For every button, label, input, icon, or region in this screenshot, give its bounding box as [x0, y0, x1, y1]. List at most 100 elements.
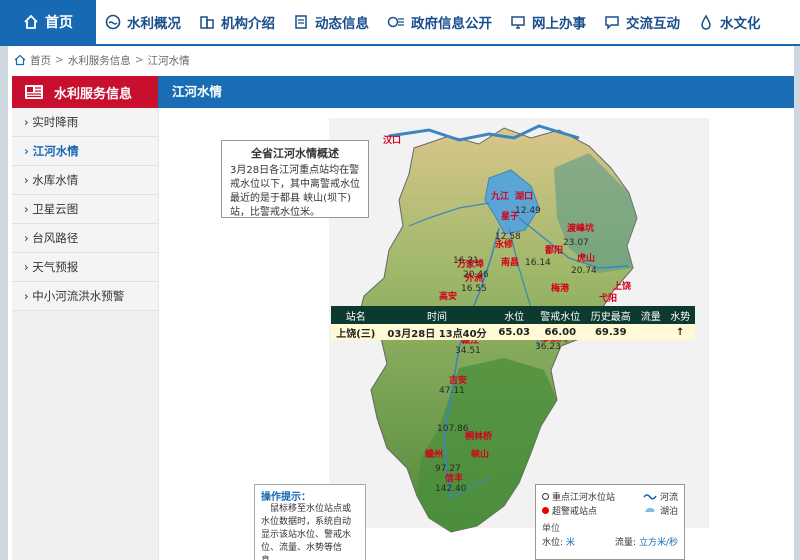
- legend-alert: 超警戒站点: [552, 506, 598, 517]
- legend-level-unit: 米: [566, 537, 576, 548]
- table-cell: 03月28日 13点40分: [380, 324, 494, 340]
- sidebar-item-label: 卫星云图: [32, 202, 79, 216]
- table-header-row: 站名 时间 水位 警戒水位 历史最高 流量 水势: [331, 306, 695, 324]
- city-label: 南昌: [501, 258, 520, 268]
- city-label: 九江: [491, 192, 510, 202]
- sidebar-item-rainfall[interactable]: › 实时降雨: [12, 108, 158, 137]
- sidebar-item-label: 台风路径: [32, 231, 79, 245]
- city-label: 上饶: [613, 282, 632, 292]
- table-cell: 上饶(三): [331, 324, 381, 340]
- city-label: 峡山: [471, 450, 490, 460]
- document-icon: [295, 15, 307, 29]
- sidebar-item-weather[interactable]: › 天气预报: [12, 253, 158, 282]
- chat-icon: [605, 16, 619, 30]
- nav-item-label: 交流互动: [626, 16, 680, 32]
- table-header: 流量: [636, 306, 666, 324]
- building-icon: [200, 16, 214, 29]
- city-label: 湖口: [515, 192, 534, 202]
- station-value[interactable]: 16.21: [453, 256, 479, 266]
- river-icon: [643, 494, 657, 500]
- nav-home[interactable]: 首页: [0, 0, 96, 44]
- newspaper-icon: [25, 85, 43, 99]
- station-value[interactable]: 20.74: [571, 266, 597, 276]
- nav-item-news[interactable]: 动态信息: [284, 0, 378, 44]
- station-value[interactable]: 107.86: [437, 424, 469, 434]
- station-value[interactable]: 12.58: [495, 232, 521, 242]
- station-value[interactable]: 16.55: [461, 284, 487, 294]
- city-label: 高安: [439, 292, 458, 302]
- sidebar-header: 水利服务信息: [12, 76, 158, 108]
- tab-river-level[interactable]: 江河水情: [172, 76, 222, 108]
- sidebar-item-label: 实时降雨: [32, 115, 79, 129]
- legend-station: 重点江河水位站: [552, 492, 616, 503]
- breadcrumb-separator: >: [134, 54, 144, 66]
- table-header: 站名: [331, 306, 381, 324]
- table-header: 水位: [493, 306, 536, 324]
- drop-icon: [701, 14, 711, 30]
- home-icon: [24, 14, 38, 29]
- breadcrumb-item[interactable]: 水利服务信息: [68, 53, 131, 68]
- table-cell: 66.00: [535, 324, 586, 340]
- tip-text: 鼠标移至水位站点或水位数据时，系统自动显示该站水位、警戒水位、流量、水势等信息。: [261, 504, 352, 560]
- station-value[interactable]: 47.11: [439, 386, 465, 396]
- station-value[interactable]: 97.27: [435, 464, 461, 474]
- monitor-icon: [511, 16, 525, 29]
- table-cell: [636, 324, 666, 340]
- sidebar-item-reservoir[interactable]: › 水库水情: [12, 166, 158, 195]
- table-header: 水势: [665, 306, 695, 324]
- station-value[interactable]: 20.46: [463, 270, 489, 280]
- station-value[interactable]: 36.23: [535, 342, 561, 352]
- nav-item-online[interactable]: 网上办事: [501, 0, 595, 44]
- sidebar-item-typhoon[interactable]: › 台风路径: [12, 224, 158, 253]
- nav-item-culture[interactable]: 水文化: [689, 0, 770, 44]
- nav-item-interact[interactable]: 交流互动: [595, 0, 689, 44]
- legend-river: 河流: [659, 492, 678, 503]
- nav-item-label: 政府信息公开: [411, 16, 492, 32]
- table-header: 时间: [380, 306, 494, 324]
- station-value[interactable]: 23.07: [563, 238, 589, 248]
- sidebar-list: › 实时降雨 › 江河水情 › 水库水情 › 卫星云图 › 台风路径 › 天气预…: [12, 108, 158, 311]
- table-cell: 65.03: [493, 324, 536, 340]
- legend-level-label: 水位:: [542, 537, 564, 548]
- tip-title: 操作提示：: [261, 492, 311, 503]
- city-label: 弋阳: [599, 294, 618, 304]
- legend-flow-label: 流量:: [614, 537, 636, 548]
- station-value[interactable]: 34.51: [455, 346, 481, 356]
- sidebar-item-river[interactable]: › 江河水情: [12, 137, 158, 166]
- sidebar-item-label: 中小河流洪水预警: [32, 289, 125, 303]
- city-label: 信丰: [445, 474, 464, 484]
- station-dot-icon: [542, 492, 549, 500]
- breadcrumb-item[interactable]: 首页: [30, 53, 51, 68]
- table-header: 历史最高: [585, 306, 637, 324]
- station-value[interactable]: 12.49: [515, 206, 541, 216]
- station-value[interactable]: 142.40: [435, 484, 467, 494]
- nav-item-overview[interactable]: 水利概况: [96, 0, 190, 44]
- table-cell: 69.39: [585, 324, 637, 340]
- breadcrumb-separator: >: [55, 54, 64, 66]
- city-label: 桐林桥: [465, 432, 493, 442]
- city-label: 鄱阳: [545, 246, 564, 256]
- nav-item-label: 动态信息: [315, 16, 369, 32]
- nav-home-label: 首页: [45, 15, 73, 31]
- station-info-table: 站名 时间 水位 警戒水位 历史最高 流量 水势 上饶(三) 03月28日 13…: [331, 306, 695, 340]
- legend-unit-title: 单位: [542, 524, 561, 534]
- nav-item-disclosure[interactable]: 政府信息公开: [378, 0, 501, 44]
- sidebar: 水利服务信息 › 实时降雨 › 江河水情 › 水库水情 › 卫星云图 › 台风路…: [12, 76, 158, 560]
- table-header: 警戒水位: [535, 306, 586, 324]
- sidebar-item-flood[interactable]: › 中小河流洪水预警: [12, 282, 158, 311]
- nav-item-label: 水文化: [720, 16, 761, 32]
- city-label: 吉安: [449, 376, 468, 386]
- city-label: 梅港: [551, 284, 570, 294]
- city-label: 虎山: [577, 254, 596, 264]
- sidebar-item-satellite[interactable]: › 卫星云图: [12, 195, 158, 224]
- top-nav: 首页 水利概况 机构介绍 动态信息 政府信息公开 网上办事 交流互动 水文化: [0, 0, 800, 46]
- lake-icon: [644, 507, 655, 512]
- station-value[interactable]: 16.14: [525, 258, 551, 268]
- nav-item-org[interactable]: 机构介绍: [190, 0, 284, 44]
- map-legend: 重点江河水位站 河流 超警戒站点 湖泊 单位 水位: 米 流量: 立方米/秒: [535, 484, 685, 560]
- breadcrumb-item: 江河水情: [147, 54, 190, 67]
- table-row: 上饶(三) 03月28日 13点40分 65.03 66.00 69.39 ↑: [331, 324, 695, 340]
- nav-item-label: 机构介绍: [221, 16, 275, 32]
- city-label: 渡峰坑: [567, 224, 595, 234]
- home-icon: [14, 54, 26, 66]
